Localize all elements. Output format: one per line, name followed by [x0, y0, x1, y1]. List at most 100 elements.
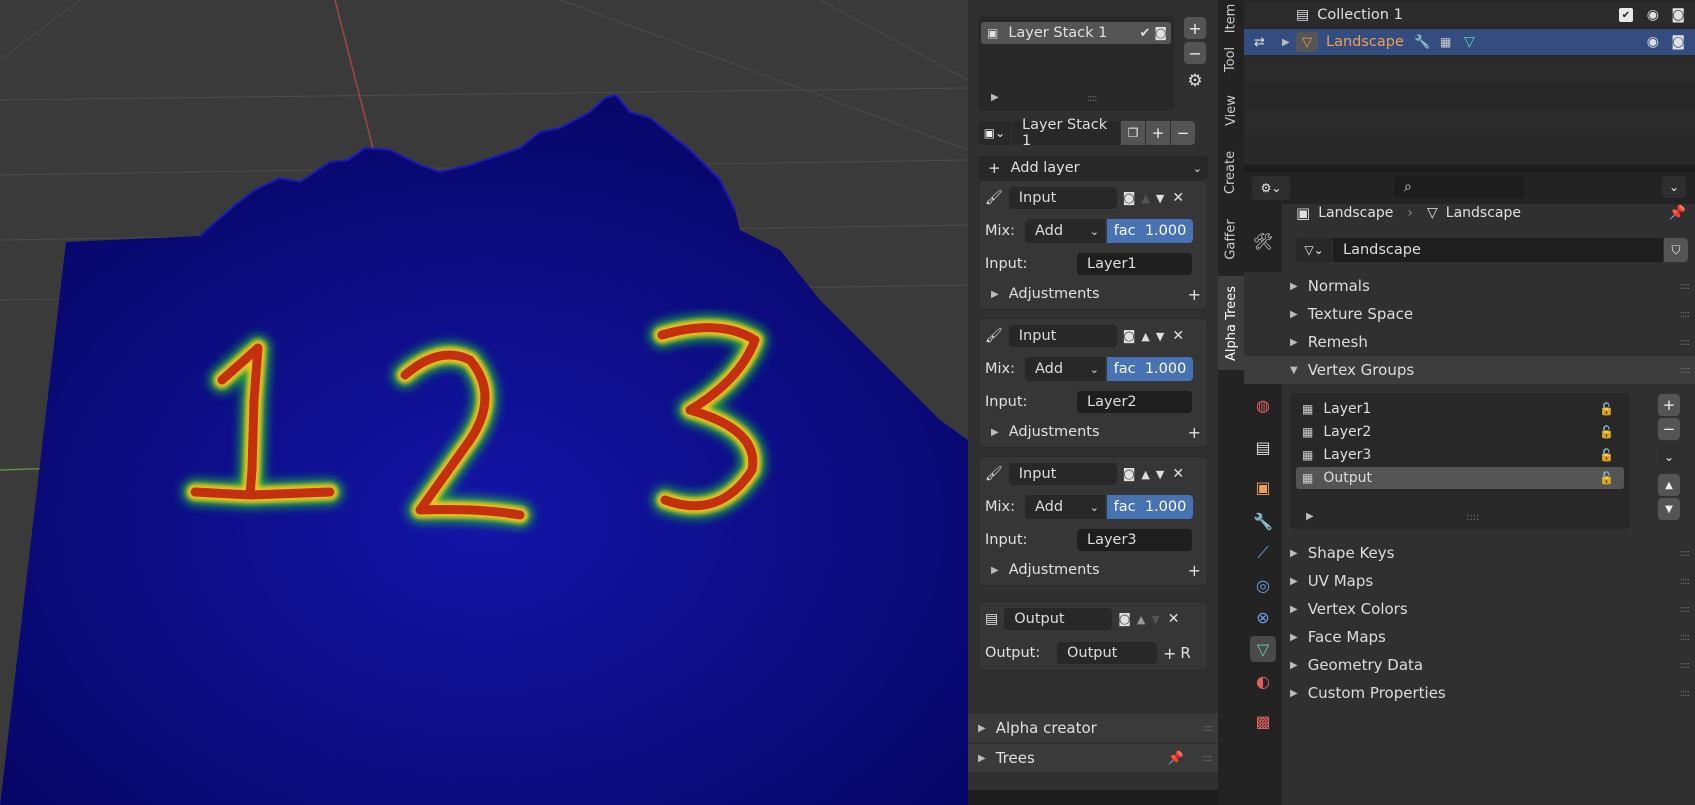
close-icon[interactable]: ✕ [1172, 190, 1184, 206]
lock-icon[interactable]: 🔓 [1599, 425, 1614, 439]
drag-grip-icon[interactable]: :::: [1680, 604, 1691, 615]
output-layer-name[interactable]: Output [1004, 608, 1113, 630]
collection-icon[interactable]: ▤ [1250, 434, 1276, 460]
camera-icon[interactable]: ◙ [1671, 7, 1685, 23]
add-layer-dropdown[interactable]: + Add layer ⌄ [978, 156, 1208, 180]
move-up-icon[interactable]: ▲ [1137, 613, 1145, 626]
drag-grip-icon[interactable]: :::: [1680, 309, 1691, 320]
tab-tool[interactable]: Tool [1218, 36, 1244, 82]
move-up-icon[interactable]: ▲ [1141, 330, 1149, 343]
mix-mode-dropdown[interactable]: Add ⌄ [1025, 357, 1105, 381]
mesh-name-field[interactable]: Landscape [1333, 238, 1663, 262]
fac-slider[interactable]: fac 1.000 [1107, 495, 1193, 519]
add-adjustment-button[interactable]: + [1188, 423, 1201, 442]
panel-geometry-data[interactable]: ▶ Geometry Data :::: [1244, 651, 1695, 679]
move-down-icon[interactable]: ▼ [1151, 613, 1159, 626]
mesh-data-icon[interactable]: ▽ [1464, 34, 1475, 50]
move-up-icon[interactable]: ▲ [1141, 192, 1149, 205]
drag-grip-icon[interactable]: :::: [1680, 688, 1691, 699]
reset-output-button[interactable]: R [1180, 644, 1190, 662]
add-adjustment-button[interactable]: + [1188, 285, 1201, 304]
mix-mode-dropdown[interactable]: Add ⌄ [1025, 495, 1105, 519]
panel-normals[interactable]: ▶ Normals :::: [1244, 272, 1695, 300]
drag-grip-icon[interactable]: :::: [1680, 365, 1691, 376]
camera-icon[interactable]: ◙ [1123, 191, 1136, 206]
world-icon[interactable]: ◍ [1250, 392, 1276, 418]
panel-vertex-colors[interactable]: ▶ Vertex Colors :::: [1244, 595, 1695, 623]
drag-grip-icon[interactable]: :::: [1680, 576, 1691, 587]
panel-vertex-groups[interactable]: ▼ Vertex Groups :::: [1244, 356, 1695, 384]
fac-slider[interactable]: fac 1.000 [1107, 357, 1193, 381]
vertex-group-item[interactable]: ▦ Layer3 🔓 [1296, 444, 1624, 466]
close-icon[interactable]: ✕ [1172, 328, 1184, 344]
texture-icon[interactable]: ▩ [1250, 708, 1276, 734]
outliner-row-landscape[interactable]: ⇄ ▶ ▽ Landscape 🔧 ▦ ▽ ◉ ◙ [1244, 29, 1695, 55]
pin-icon[interactable]: 📌 [1669, 205, 1686, 221]
restrict-icon[interactable]: ⇄ [1254, 35, 1265, 50]
input-field[interactable]: Layer1 [1077, 253, 1192, 275]
input-field[interactable]: Layer3 [1077, 529, 1192, 551]
search-input[interactable]: ⌕ [1394, 176, 1524, 198]
camera-icon[interactable]: ◙ [1118, 612, 1131, 627]
add-adjustment-button[interactable]: + [1188, 561, 1201, 580]
close-icon[interactable]: ✕ [1168, 611, 1180, 627]
pin-icon[interactable]: 📌 [1168, 751, 1184, 766]
adjustments-subpanel[interactable]: ▶ Adjustments + [985, 420, 1203, 444]
vertex-group-item[interactable]: ▦ Layer2 🔓 [1296, 421, 1624, 443]
camera-icon[interactable]: ◙ [1123, 329, 1136, 344]
stack-browse-icon[interactable]: ▣⌄ [978, 121, 1011, 145]
add-vertex-group-button[interactable]: + [1658, 394, 1680, 416]
drag-grip-icon[interactable]: :::: [1680, 548, 1691, 559]
eye-icon[interactable]: ◉ [1647, 7, 1659, 23]
editor-type-icon[interactable]: ⚙⌄ [1252, 176, 1290, 200]
expand-icon[interactable]: ▶ [1306, 511, 1314, 522]
unlink-stack-button[interactable]: − [1171, 121, 1195, 145]
drag-grip-icon[interactable]: :::: [1203, 753, 1214, 764]
remove-stack-button[interactable]: − [1184, 42, 1206, 64]
lock-icon[interactable]: 🔓 [1599, 471, 1614, 485]
settings-gear-icon[interactable]: ⚙ [1184, 70, 1206, 92]
trees-panel-header[interactable]: ▶ Trees 📌 :::: [968, 744, 1218, 772]
checkbox-icon[interactable]: ✔ [1619, 8, 1633, 22]
move-down-icon[interactable]: ▼ [1156, 330, 1164, 343]
eye-icon[interactable]: ◉ [1647, 34, 1659, 50]
add-output-button[interactable]: + [1163, 644, 1176, 663]
tool-settings-icon[interactable]: 🛠 [1250, 228, 1276, 254]
add-stack-button[interactable]: + [1184, 17, 1206, 39]
tab-create[interactable]: Create [1218, 138, 1244, 206]
wrench-icon[interactable]: 🔧 [1414, 35, 1430, 50]
panel-face-maps[interactable]: ▶ Face Maps :::: [1244, 623, 1695, 651]
outliner-row-collection[interactable]: ▤ Collection 1 ✔ ◉ ◙ [1244, 3, 1695, 27]
alpha-creator-panel-header[interactable]: ▶ Alpha creator :::: [968, 714, 1218, 742]
fake-user-shield-icon[interactable]: ⛉ [1664, 238, 1688, 262]
camera-icon[interactable]: ◙ [1123, 467, 1136, 482]
tab-gaffer[interactable]: Gaffer [1218, 206, 1244, 272]
input-field[interactable]: Layer2 [1077, 391, 1192, 413]
drag-grip-icon[interactable]: :::: [1203, 723, 1214, 734]
move-down-icon[interactable]: ▼ [1658, 498, 1680, 520]
lock-icon[interactable]: 🔓 [1599, 448, 1614, 462]
remove-vertex-group-button[interactable]: − [1658, 418, 1680, 440]
tab-item[interactable]: Item [1218, 0, 1244, 36]
layer-name-field[interactable]: Input [1008, 187, 1117, 209]
panel-uv-maps[interactable]: ▶ UV Maps :::: [1244, 567, 1695, 595]
3d-viewport[interactable] [0, 0, 968, 805]
move-up-icon[interactable]: ▲ [1141, 468, 1149, 481]
layer-stack-list-item[interactable]: ▣ Layer Stack 1 ✔ ◙ [981, 22, 1171, 44]
move-down-icon[interactable]: ▼ [1156, 192, 1164, 205]
move-up-icon[interactable]: ▲ [1658, 474, 1680, 496]
drag-grip-icon[interactable]: :::: [1680, 632, 1691, 643]
modifier-wrench-icon[interactable]: 🔧 [1250, 508, 1276, 534]
options-dropdown-icon[interactable]: ⌄ [1662, 176, 1686, 198]
drag-grip-icon[interactable]: :::: [1680, 660, 1691, 671]
resize-grip-icon[interactable]: :::: [1466, 512, 1479, 523]
tab-alpha-trees[interactable]: Alpha Trees [1218, 276, 1244, 370]
mesh-browse-icon[interactable]: ▽⌄ [1296, 238, 1332, 262]
camera-icon[interactable]: ◙ [1154, 26, 1167, 41]
close-icon[interactable]: ✕ [1172, 466, 1184, 482]
panel-remesh[interactable]: ▶ Remesh :::: [1244, 328, 1695, 356]
layer-stack-list[interactable]: ▣ Layer Stack 1 ✔ ◙ ▶ :::: [978, 16, 1175, 111]
expand-icon[interactable]: ▶ [991, 92, 999, 103]
object-icon[interactable]: ▣ [1250, 474, 1276, 500]
fac-slider[interactable]: fac 1.000 [1107, 219, 1193, 243]
